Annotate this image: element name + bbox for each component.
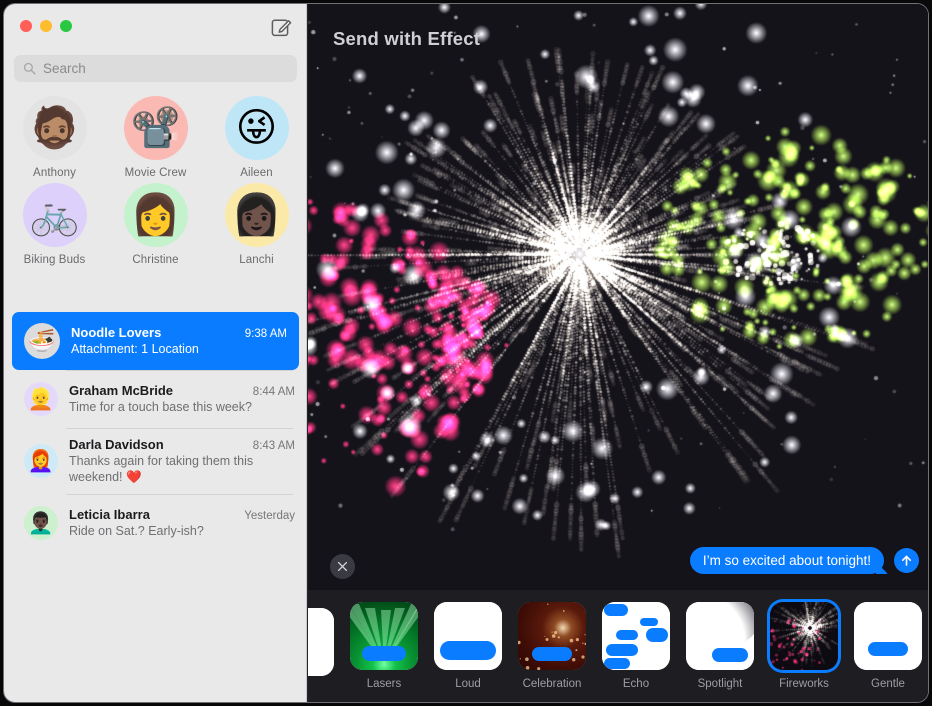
close-effect-button[interactable]: [330, 554, 355, 579]
pinned-conversation-label: Lanchi: [239, 254, 274, 266]
effect-label: Spotlight: [698, 678, 743, 690]
effect-thumbnail-loud[interactable]: Loud: [434, 602, 502, 690]
avatar: 📽️: [124, 96, 188, 160]
sidebar: Search 🧔🏽 Anthony 📽️ Movie Crew 😜 Aileen 🚲 Biki…: [4, 4, 307, 702]
effect-label: Loud: [455, 678, 481, 690]
message-preview-bar: I’m so excited about tonight!: [308, 544, 928, 590]
page-title: Send with Effect: [333, 28, 480, 50]
avatar: 👩‍🦰: [24, 444, 58, 478]
conversation-time: Yesterday: [244, 510, 295, 522]
conversation-row-selected[interactable]: 🍜 Noodle Lovers 9:38 AM Attachment: 1 Locat…: [12, 312, 299, 370]
avatar: 🧔🏽: [23, 96, 87, 160]
avatar: 😜: [225, 96, 289, 160]
effect-thumbnail-gentle[interactable]: Gentle: [854, 602, 922, 690]
conversation-preview: Attachment: 1 Location: [71, 342, 287, 357]
avatar: 👨🏿‍🦱: [24, 506, 58, 540]
pinned-conversation-label: Movie Crew: [125, 167, 187, 179]
effect-label: Fireworks: [779, 678, 829, 690]
pinned-conversation-biking-buds[interactable]: 🚲 Biking Buds: [4, 183, 105, 266]
pinned-conversation-lanchi[interactable]: 👩🏿 Lanchi: [206, 183, 307, 266]
minimize-window-button[interactable]: [40, 20, 52, 32]
effects-strip[interactable]: Lasers Loud Celebration Echo Spotlight Firewo…: [308, 590, 922, 702]
fireworks-animation: [308, 4, 928, 590]
effect-preview-image: [350, 602, 418, 670]
search-field[interactable]: Search: [14, 55, 297, 82]
pinned-conversation-label: Anthony: [33, 167, 76, 179]
compose-icon[interactable]: [271, 16, 293, 38]
conversation-row[interactable]: 👨🏿‍🦱 Leticia Ibarra Yesterday Ride on Sat.?…: [4, 494, 307, 552]
effect-thumbnail-spotlight[interactable]: Spotlight: [686, 602, 754, 690]
search-icon: [23, 62, 36, 75]
traffic-lights: [20, 20, 72, 32]
effect-label: Lasers: [367, 678, 402, 690]
conversation-name: Darla Davidson: [69, 437, 164, 452]
pinned-conversation-label: Aileen: [240, 167, 273, 179]
pinned-conversation-christine[interactable]: 👩 Christine: [105, 183, 206, 266]
search-placeholder: Search: [43, 61, 86, 76]
effect-preview-image: [770, 602, 838, 670]
effect-label: Echo: [623, 678, 649, 690]
effect-preview-image: [308, 608, 334, 676]
pinned-conversations: 🧔🏽 Anthony 📽️ Movie Crew 😜 Aileen 🚲 Biking Buds…: [4, 96, 307, 266]
send-button[interactable]: [894, 548, 919, 573]
pinned-conversation-anthony[interactable]: 🧔🏽 Anthony: [4, 96, 105, 179]
effect-preview-image: [518, 602, 586, 670]
pinned-conversation-aileen[interactable]: 😜 Aileen: [206, 96, 307, 179]
conversation-time: 8:44 AM: [253, 386, 295, 398]
conversation-row[interactable]: 👱 Graham McBride 8:44 AM Time for a touch b…: [4, 370, 307, 428]
close-icon: [337, 561, 348, 572]
conversation-name: Graham McBride: [69, 383, 173, 398]
effect-preview-pane: Send with Effect I’m so excited about to…: [308, 4, 928, 702]
conversation-time: 9:38 AM: [245, 328, 287, 340]
effect-thumbnail-fireworks[interactable]: Fireworks: [770, 602, 838, 690]
conversation-preview: Time for a touch base this week?: [69, 400, 295, 415]
effects-bar: Lasers Loud Celebration Echo Spotlight Firewo…: [308, 590, 928, 702]
effect-preview-image: [434, 602, 502, 670]
conversation-preview: Thanks again for taking them this weeken…: [69, 454, 295, 485]
effect-stage: Send with Effect: [308, 4, 928, 590]
zoom-window-button[interactable]: [60, 20, 72, 32]
conversation-name: Noodle Lovers: [71, 325, 161, 340]
pinned-conversation-label: Christine: [132, 254, 178, 266]
avatar: 🍜: [24, 323, 60, 359]
effect-label: Gentle: [871, 678, 905, 690]
avatar: 👱: [24, 382, 58, 416]
effect-thumbnail-celebration[interactable]: Celebration: [518, 602, 586, 690]
effect-label: Celebration: [523, 678, 582, 690]
conversation-name: Leticia Ibarra: [69, 507, 150, 522]
messages-window: Search 🧔🏽 Anthony 📽️ Movie Crew 😜 Aileen 🚲 Biki…: [4, 4, 928, 702]
effect-thumbnail-bubbles[interactable]: [308, 608, 334, 684]
conversation-time: 8:43 AM: [253, 440, 295, 452]
conversation-row[interactable]: 👩‍🦰 Darla Davidson 8:43 AM Thanks again for…: [4, 428, 307, 494]
avatar: 🚲: [23, 183, 87, 247]
effect-preview-image: [686, 602, 754, 670]
close-window-button[interactable]: [20, 20, 32, 32]
arrow-up-icon: [900, 554, 913, 567]
avatar: 👩🏿: [225, 183, 289, 247]
message-bubble: I’m so excited about tonight!: [690, 547, 884, 574]
avatar: 👩: [124, 183, 188, 247]
pinned-conversation-movie-crew[interactable]: 📽️ Movie Crew: [105, 96, 206, 179]
effect-preview-image: [854, 602, 922, 670]
effect-thumbnail-lasers[interactable]: Lasers: [350, 602, 418, 690]
pinned-conversation-label: Biking Buds: [24, 254, 86, 266]
effect-preview-image: [602, 602, 670, 670]
effect-thumbnail-echo[interactable]: Echo: [602, 602, 670, 690]
conversation-list: 🍜 Noodle Lovers 9:38 AM Attachment: 1 Locat…: [4, 312, 307, 552]
conversation-preview: Ride on Sat.? Early-ish?: [69, 524, 295, 539]
